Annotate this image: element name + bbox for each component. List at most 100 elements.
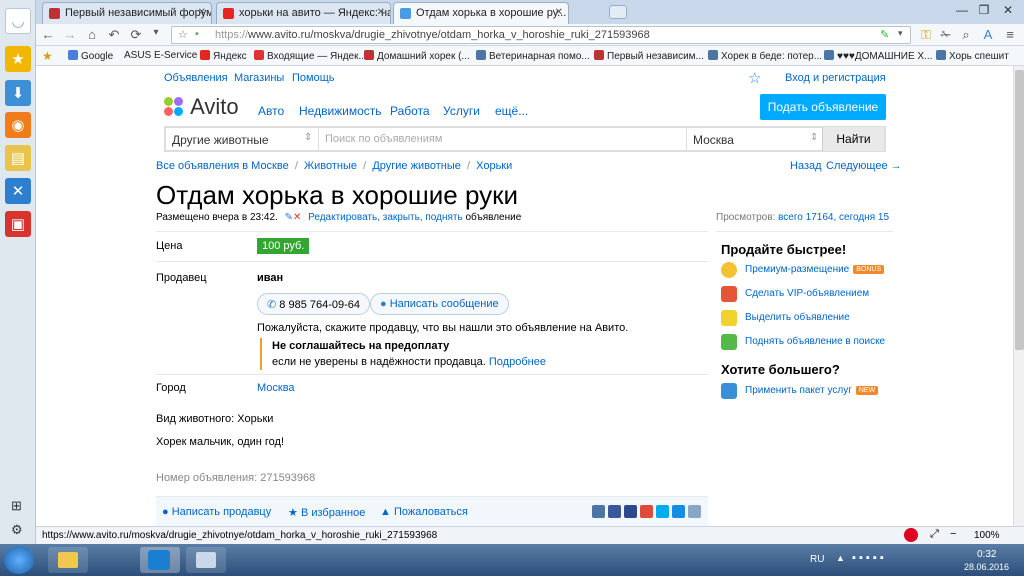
close-icon[interactable]: ✕ <box>198 7 206 18</box>
complain-button[interactable]: ▲ Пожаловаться <box>380 506 468 518</box>
nav-services[interactable]: Услуги <box>443 104 480 118</box>
start-button[interactable] <box>4 546 34 574</box>
language-indicator[interactable]: RU <box>810 554 824 565</box>
search-icon[interactable]: ⌕ <box>958 27 974 43</box>
breadcrumb-ferrets[interactable]: Хорьки <box>476 160 512 172</box>
login-link[interactable]: Вход и регистрация <box>785 72 886 84</box>
search-input[interactable]: Поиск по объявлениям <box>318 128 686 150</box>
share-googleplus-icon[interactable] <box>640 505 653 518</box>
share-twitter-icon[interactable] <box>656 505 669 518</box>
home-icon[interactable]: ⌂ <box>84 27 100 42</box>
wrench-icon[interactable]: ✁ <box>938 27 954 43</box>
favorites-star-icon[interactable]: ☆ <box>748 69 761 87</box>
tray-icons[interactable]: ▪ ▪ ▪ ▪ ▪ <box>852 552 884 564</box>
premium-link[interactable]: Премиум-размещение BONUS <box>745 264 885 275</box>
back-menu-icon[interactable]: ▾ <box>148 27 164 38</box>
bookmark-ferret[interactable]: Домашний хорек (... <box>364 50 470 62</box>
favorite-button[interactable]: ★ В избранное <box>288 506 365 519</box>
topnav-shops-link[interactable]: Магазины <box>234 72 284 84</box>
nav-realty[interactable]: Недвижимость <box>299 104 382 118</box>
games-icon[interactable]: ▣ <box>5 211 31 237</box>
breadcrumb-animals[interactable]: Животные <box>304 160 357 172</box>
topnav-help-link[interactable]: Помощь <box>292 72 335 84</box>
maxthon-task[interactable] <box>140 547 180 573</box>
clock-time[interactable]: 0:32 <box>977 549 996 560</box>
write-seller-button[interactable]: ● Написать продавцу <box>162 506 271 518</box>
share-facebook2-icon[interactable] <box>624 505 637 518</box>
share-vk-icon[interactable] <box>592 505 605 518</box>
tray-arrow-icon[interactable]: ▲ <box>836 553 845 563</box>
city-link[interactable]: Москва <box>257 382 295 394</box>
maximize-icon[interactable]: ❐ <box>974 3 994 17</box>
reload-icon[interactable]: ⟳ <box>128 27 144 43</box>
settings-gear-icon[interactable]: ⚙ <box>11 522 23 538</box>
bookmark-yandex[interactable]: Яндекс <box>200 50 247 62</box>
scrollbar-thumb[interactable] <box>1015 70 1024 350</box>
download-icon[interactable]: ⬇ <box>5 80 31 106</box>
translate-icon[interactable]: A <box>980 27 996 42</box>
seller-name[interactable]: иван <box>257 272 283 284</box>
bookmark-ferret-hurry[interactable]: Хорь спешит <box>936 50 1009 62</box>
city-select[interactable]: Москва <box>686 128 822 150</box>
back-link[interactable]: Назад <box>790 160 822 172</box>
breadcrumb-all[interactable]: Все объявления в Москве <box>156 160 289 172</box>
bookmarks-star-icon[interactable]: ★ <box>42 49 53 63</box>
package-link[interactable]: Применить пакет услуг NEW <box>745 385 879 396</box>
tab-avito[interactable]: Отдам хорька в хорошие ру... ✕ <box>393 2 569 24</box>
explorer-task[interactable] <box>48 547 88 573</box>
key-icon[interactable]: ⚿ <box>918 27 934 43</box>
highlight-link[interactable]: Выделить объявление <box>745 312 850 323</box>
breadcrumb-other[interactable]: Другие животные <box>372 160 461 172</box>
bump-link[interactable]: Поднять объявление в поиске <box>745 336 885 347</box>
star-icon[interactable]: ★ <box>5 46 31 72</box>
url-dropdown-icon[interactable]: ▾ <box>898 28 903 39</box>
back-arrow-icon[interactable]: ← <box>40 27 56 42</box>
bookmark-vet[interactable]: Ветеринарная помо... <box>476 50 590 62</box>
close-icon[interactable]: ✕ <box>555 7 563 18</box>
close-window-icon[interactable]: ✕ <box>998 3 1018 17</box>
rss-icon[interactable]: ◉ <box>5 112 31 138</box>
bookmark-inbox[interactable]: Входящие — Яндек... <box>254 50 367 62</box>
nav-auto[interactable]: Авто <box>258 104 284 118</box>
address-bar[interactable]: ☆ ▪ https://www.avito.ru/moskva/drugie_z… <box>171 26 911 44</box>
bookmark-forum[interactable]: Первый независим... <box>594 50 704 62</box>
new-tab-button[interactable] <box>609 5 627 19</box>
tab-forum[interactable]: Первый независимый форум ... ✕ <box>42 2 212 24</box>
adblock-icon[interactable] <box>904 528 918 542</box>
fullscreen-icon[interactable]: ⤢ <box>930 528 939 541</box>
page-scrollbar[interactable] <box>1013 66 1024 526</box>
phone-button[interactable]: ✆ 8 985 764-09-64 <box>257 293 371 315</box>
menu-icon[interactable]: ≡ <box>1002 27 1018 42</box>
next-link[interactable]: Следующее → <box>826 160 902 172</box>
share-mail-icon[interactable] <box>672 505 685 518</box>
post-ad-button[interactable]: Подать объявление <box>760 94 886 120</box>
warning-more-link[interactable]: Подробнее <box>489 356 546 368</box>
share-link-icon[interactable] <box>688 505 701 518</box>
views-link[interactable]: всего 17164, сегодня 15 <box>778 212 889 223</box>
share-facebook-icon[interactable] <box>608 505 621 518</box>
zoom-out-icon[interactable]: − <box>950 528 956 540</box>
write-message-button[interactable]: ● Написать сообщение <box>370 293 509 315</box>
minimize-icon[interactable]: — <box>952 3 972 17</box>
vip-link[interactable]: Сделать VIP-объявлением <box>745 288 869 299</box>
undo-icon[interactable]: ↶ <box>106 27 122 43</box>
notes-icon[interactable]: ▤ <box>5 145 31 171</box>
search-button[interactable]: Найти <box>822 127 884 151</box>
star-outline-icon[interactable]: ☆ <box>178 28 188 41</box>
avito-logo[interactable]: Avito <box>164 94 239 120</box>
zoom-level[interactable]: 100% <box>974 530 1000 541</box>
add-panel-icon[interactable]: ⊞ <box>11 498 22 514</box>
nav-more[interactable]: ещё... <box>495 104 528 118</box>
forward-arrow-icon[interactable]: → <box>62 27 78 42</box>
clock-date[interactable]: 28.06.2016 <box>964 562 1009 572</box>
pin-icon[interactable]: ✎ <box>880 28 889 41</box>
bookmark-asus[interactable]: ASUS E-Service ▾ <box>124 50 205 61</box>
topnav-ads-link[interactable]: Объявления <box>164 72 228 84</box>
bookmark-ferret-trouble[interactable]: Хорек в беде: потер... <box>708 50 822 62</box>
bookmark-google[interactable]: Google <box>68 50 113 62</box>
edit-link[interactable]: Редактировать, закрыть, поднять <box>308 212 463 223</box>
smiley-icon[interactable]: ◡ <box>5 8 31 34</box>
tools-icon[interactable]: ✕ <box>5 178 31 204</box>
category-select[interactable]: Другие животные <box>172 133 269 147</box>
close-icon[interactable]: ✕ <box>377 7 385 18</box>
